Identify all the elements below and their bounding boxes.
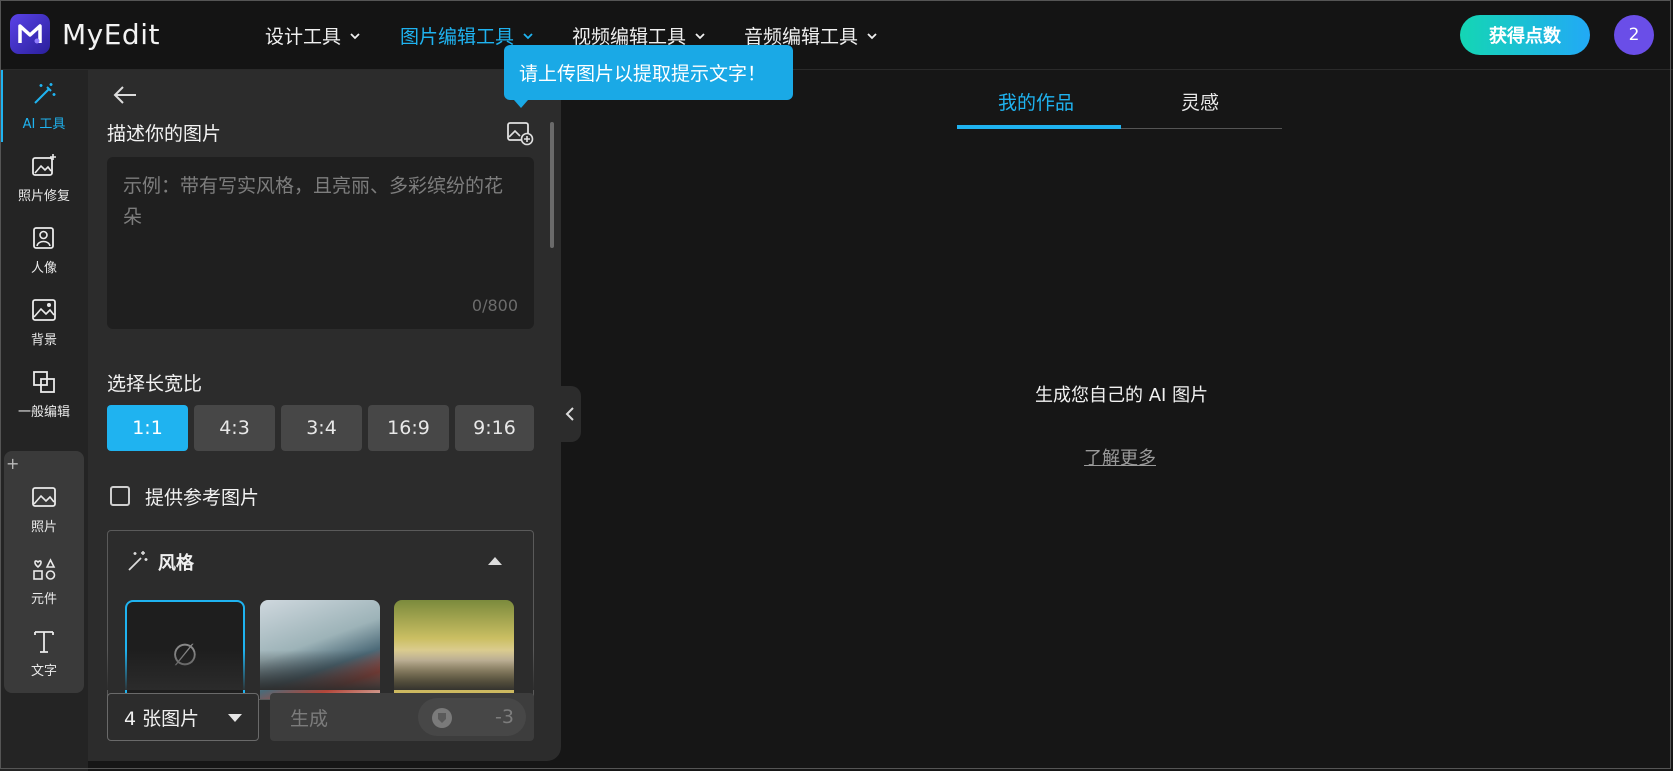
ratio-1-1-button[interactable]: 1:1 [107, 405, 188, 451]
rail-item-label: AI 工具 [22, 117, 66, 132]
rail-item-label: 照片修复 [17, 189, 70, 204]
ratio-3-4-button[interactable]: 3:4 [281, 405, 362, 451]
rail-item-label: 背景 [30, 333, 57, 348]
rail-item-photo[interactable]: 照片 [0, 473, 88, 545]
collapse-panel-handle[interactable] [559, 386, 581, 442]
credit-cost-badge: -3 [418, 698, 526, 736]
get-points-button[interactable]: 获得点数 [1460, 15, 1590, 55]
scroll-fade [107, 650, 534, 690]
ratio-9-16-button[interactable]: 9:16 [455, 405, 534, 451]
generate-button[interactable]: 生成 -3 [270, 693, 534, 741]
tool-rail: AI 工具 照片修复 人像 背景 一般编辑 + 照片 元件 文字 [0, 70, 88, 771]
rail-item-ai-tools[interactable]: AI 工具 [0, 70, 88, 142]
rail-item-label: 人像 [30, 261, 57, 276]
nav-design-tools[interactable]: 设计工具 [265, 22, 361, 49]
rail-item-text[interactable]: 文字 [0, 617, 88, 689]
top-bar: MyEdit 设计工具 图片编辑工具 视频编辑工具 音频编辑工具 获得点数 2 [0, 0, 1673, 70]
nav-label: 图片编辑工具 [400, 26, 515, 48]
empty-state-title: 生成您自己的 AI 图片 [1035, 385, 1209, 406]
rail-item-background[interactable]: 背景 [0, 286, 88, 358]
chevron-down-icon [695, 32, 705, 39]
background-icon [32, 299, 56, 321]
ratio-16-9-button[interactable]: 16:9 [368, 405, 449, 451]
generate-label: 生成 [290, 707, 329, 730]
char-counter: 0/800 [471, 296, 518, 315]
panel-scrollbar[interactable] [550, 122, 554, 248]
add-icon[interactable]: + [6, 454, 19, 473]
avatar[interactable]: 2 [1614, 15, 1654, 55]
dropdown-caret-icon [228, 714, 242, 722]
tab-my-works[interactable]: 我的作品 [998, 88, 1074, 115]
chevron-down-icon [523, 32, 533, 39]
rail-item-portrait[interactable]: 人像 [0, 214, 88, 286]
elements-icon [33, 558, 56, 580]
myedit-logo-icon [10, 14, 50, 54]
rail-item-general-edit[interactable]: 一般编辑 [0, 358, 88, 430]
rail-item-photo-enhance[interactable]: 照片修复 [0, 142, 88, 214]
learn-more-link[interactable]: 了解更多 [1084, 444, 1156, 470]
prompt-input[interactable]: 示例：带有写实风格，且亮丽、多彩缤纷的花朵 0/800 [107, 157, 534, 329]
general-edit-icon [33, 371, 55, 393]
image-count-select[interactable]: 4 张图片 [107, 693, 259, 741]
credit-icon [432, 708, 452, 728]
reference-image-label: 提供参考图片 [145, 487, 260, 509]
portrait-icon [33, 227, 54, 249]
rail-item-label: 元件 [30, 592, 57, 607]
collapse-caret-icon[interactable] [488, 557, 502, 565]
tab-inspiration[interactable]: 灵感 [1181, 88, 1219, 115]
rail-item-label: 文字 [30, 664, 57, 679]
ratio-4-3-button[interactable]: 4:3 [194, 405, 275, 451]
chevron-left-icon [565, 407, 574, 421]
magic-wand-icon [34, 83, 56, 104]
describe-label: 描述你的图片 [107, 123, 222, 145]
prompt-placeholder: 示例：带有写实风格，且亮丽、多彩缤纷的花朵 [123, 175, 504, 228]
credit-cost: -3 [495, 706, 514, 728]
aspect-ratio-label: 选择长宽比 [107, 373, 203, 395]
magic-wand-icon [128, 551, 148, 571]
chevron-down-icon [350, 32, 360, 39]
rail-item-elements[interactable]: 元件 [0, 545, 88, 617]
upload-image-icon[interactable] [506, 120, 534, 146]
photo-enhance-icon [32, 154, 56, 176]
reference-image-checkbox[interactable] [110, 486, 130, 506]
image-count-value: 4 张图片 [124, 707, 200, 730]
chevron-down-icon [867, 32, 877, 39]
style-title: 风格 [158, 553, 194, 574]
nav-label: 设计工具 [265, 26, 342, 48]
app-name: MyEdit [62, 17, 160, 51]
rail-item-label: 一般编辑 [17, 405, 70, 420]
active-tab-indicator [957, 125, 1121, 129]
text-icon [34, 631, 54, 653]
upload-hint-tooltip: 请上传图片以提取提示文字！ [504, 45, 793, 108]
logo[interactable]: MyEdit [10, 14, 160, 54]
rail-item-label: 照片 [30, 520, 57, 535]
tab-divider [1121, 128, 1282, 129]
back-arrow-icon[interactable] [112, 84, 138, 106]
photo-icon [32, 487, 56, 507]
